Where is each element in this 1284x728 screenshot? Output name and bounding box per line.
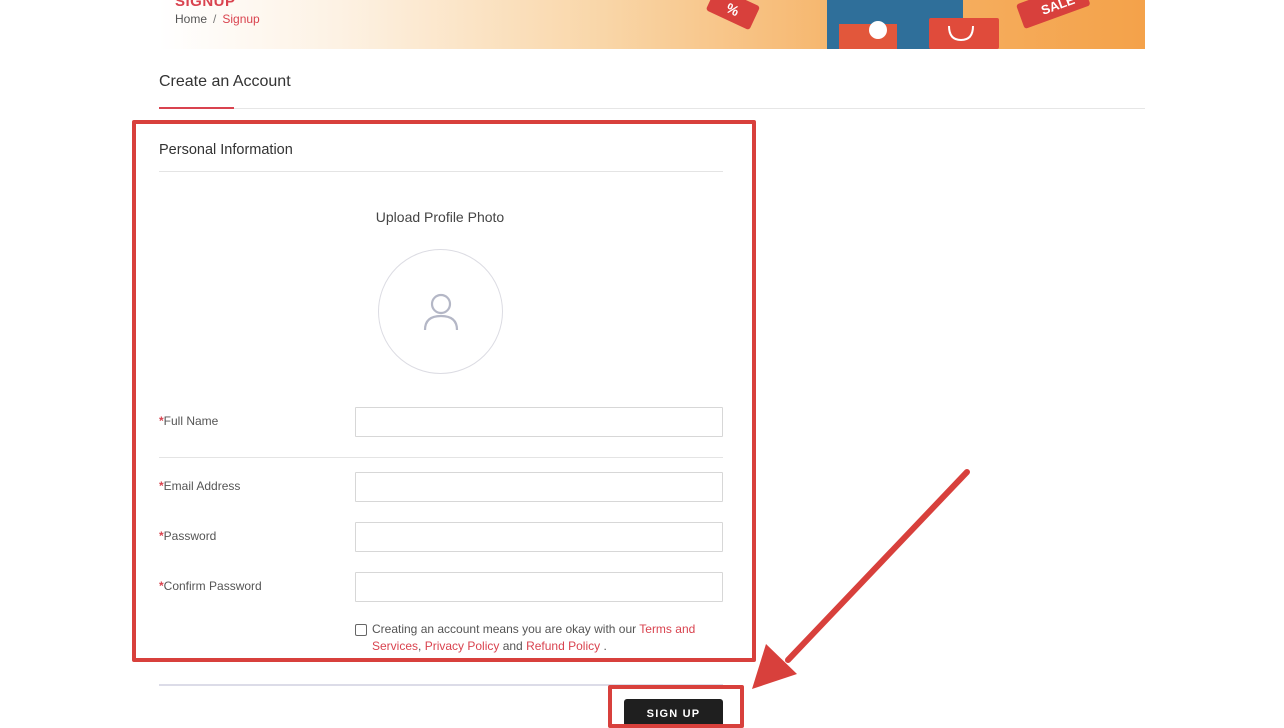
full-name-label: *Full Name [159, 414, 219, 428]
page-title: Create an Account [159, 73, 291, 90]
field-divider [159, 457, 723, 458]
section-title: Personal Information [159, 142, 293, 158]
upload-photo-button[interactable] [378, 249, 503, 374]
user-icon [423, 293, 459, 331]
confirm-password-input[interactable] [355, 572, 723, 602]
breadcrumb-current: Signup [222, 12, 260, 26]
annotation-arrow-icon [752, 469, 970, 689]
form-footer-divider [159, 684, 723, 686]
title-underline [159, 107, 234, 109]
password-input[interactable] [355, 522, 723, 552]
email-label: *Email Address [159, 479, 241, 493]
terms-checkbox[interactable] [355, 624, 367, 636]
page-banner: SIGNUP Home / Signup % SALE [159, 0, 1145, 49]
breadcrumb-separator: / [213, 12, 217, 26]
upload-photo-label: Upload Profile Photo [375, 209, 505, 225]
full-name-input[interactable] [355, 407, 723, 437]
sign-up-button[interactable]: SIGN UP [624, 699, 723, 728]
privacy-policy-link[interactable]: Privacy Policy [425, 639, 500, 653]
terms-text: Creating an account means you are okay w… [372, 622, 696, 653]
sale-illustration: % SALE [706, 0, 1090, 49]
breadcrumb: Home / Signup [175, 12, 260, 26]
refund-policy-link[interactable]: Refund Policy [526, 639, 600, 653]
breadcrumb-home-link[interactable]: Home [175, 12, 207, 26]
banner-title: SIGNUP [175, 0, 236, 10]
title-divider [159, 108, 1145, 109]
email-input[interactable] [355, 472, 723, 502]
password-label: *Password [159, 529, 217, 543]
section-divider [159, 171, 723, 172]
confirm-password-label: *Confirm Password [159, 579, 262, 593]
shopping-bag-icon [929, 18, 999, 49]
